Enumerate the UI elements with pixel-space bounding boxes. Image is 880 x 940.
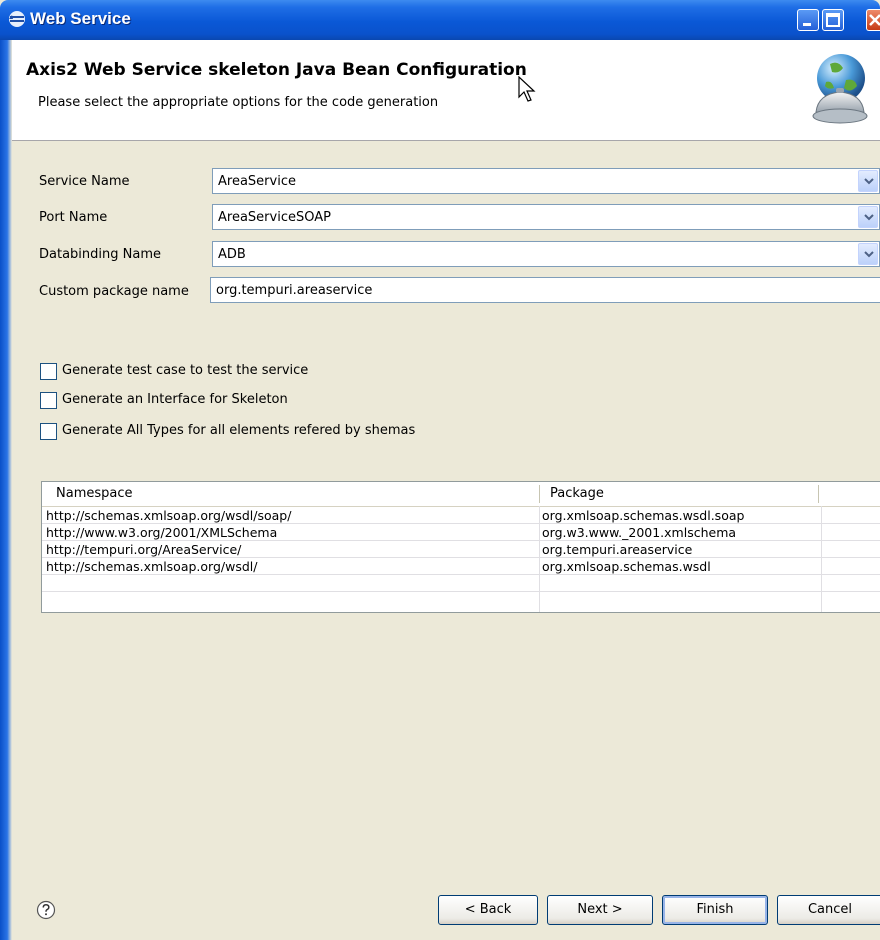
table-header: Namespace Package xyxy=(42,482,880,507)
chevron-down-icon xyxy=(864,214,874,221)
chevron-down-icon xyxy=(864,251,874,258)
chevron-down-icon xyxy=(864,178,874,185)
custom-package-label: Custom package name xyxy=(39,284,189,299)
namespace-cell: http://schemas.xmlsoap.org/wsdl/soap/ xyxy=(46,508,292,523)
window-title: Web Service xyxy=(30,9,131,28)
column-header-namespace[interactable]: Namespace xyxy=(56,486,133,501)
table-row[interactable]: http://schemas.xmlsoap.org/wsdl/soap/ or… xyxy=(42,507,880,524)
namespace-package-table[interactable]: Namespace Package http://schemas.xmlsoap… xyxy=(41,481,880,613)
package-cell[interactable]: org.xmlsoap.schemas.wsdl.soap xyxy=(542,508,744,523)
column-header-package[interactable]: Package xyxy=(550,486,604,501)
help-icon[interactable] xyxy=(36,900,56,920)
table-row-empty xyxy=(42,575,880,592)
checkbox-label: Generate All Types for all elements refe… xyxy=(62,423,416,438)
mouse-cursor-icon xyxy=(518,76,536,102)
back-button[interactable]: < Back xyxy=(438,895,538,925)
checkbox[interactable] xyxy=(40,392,57,409)
next-button[interactable]: Next > xyxy=(547,895,653,925)
package-cell[interactable]: org.tempuri.areaservice xyxy=(542,542,692,557)
service-name-combo[interactable]: AreaService xyxy=(212,168,880,194)
package-cell[interactable]: org.w3.www._2001.xmlschema xyxy=(542,525,736,540)
web-service-dialog: Web Service Axis2 Web Service skeleton J… xyxy=(0,0,880,940)
service-name-dropdown-button[interactable] xyxy=(858,170,878,192)
checkbox[interactable] xyxy=(40,423,57,440)
custom-package-input[interactable]: org.tempuri.areaservice xyxy=(210,277,880,303)
window-left-border xyxy=(0,40,12,940)
databinding-name-combo[interactable]: ADB xyxy=(212,241,880,267)
close-icon xyxy=(869,14,880,26)
minimize-icon xyxy=(803,23,811,26)
port-name-dropdown-button[interactable] xyxy=(858,206,878,228)
package-cell[interactable]: org.xmlsoap.schemas.wsdl xyxy=(542,559,711,574)
custom-package-value: org.tempuri.areaservice xyxy=(216,283,373,298)
table-row[interactable]: http://www.w3.org/2001/XMLSchema org.w3.… xyxy=(42,524,880,541)
namespace-cell: http://schemas.xmlsoap.org/wsdl/ xyxy=(46,559,258,574)
port-name-combo[interactable]: AreaServiceSOAP xyxy=(212,204,880,230)
page-title: Axis2 Web Service skeleton Java Bean Con… xyxy=(26,60,527,80)
service-name-label: Service Name xyxy=(39,174,130,189)
checkbox[interactable] xyxy=(40,363,57,380)
namespace-cell: http://www.w3.org/2001/XMLSchema xyxy=(46,525,278,540)
finish-button[interactable]: Finish xyxy=(662,895,768,925)
page-description: Please select the appropriate options fo… xyxy=(38,95,439,110)
globe-service-icon xyxy=(812,54,868,124)
wizard-body: Service Name AreaService Port Name AreaS… xyxy=(12,141,880,940)
port-name-label: Port Name xyxy=(39,210,108,225)
maximize-icon xyxy=(826,13,840,27)
maximize-button[interactable] xyxy=(822,9,844,31)
title-bar[interactable]: Web Service xyxy=(0,0,880,40)
table-row[interactable]: http://tempuri.org/AreaService/ org.temp… xyxy=(42,541,880,558)
databinding-name-dropdown-button[interactable] xyxy=(858,243,878,265)
wizard-header: Axis2 Web Service skeleton Java Bean Con… xyxy=(12,40,880,141)
checkbox-label: Generate test case to test the service xyxy=(62,363,309,378)
namespace-cell: http://tempuri.org/AreaService/ xyxy=(46,542,242,557)
service-name-value: AreaService xyxy=(218,174,296,189)
databinding-name-label: Databinding Name xyxy=(39,247,161,262)
column-divider[interactable] xyxy=(539,485,540,503)
minimize-button[interactable] xyxy=(797,9,819,31)
web-service-icon xyxy=(9,11,25,27)
checkbox-label: Generate an Interface for Skeleton xyxy=(62,392,288,407)
close-button[interactable] xyxy=(866,9,880,31)
table-row[interactable]: http://schemas.xmlsoap.org/wsdl/ org.xml… xyxy=(42,558,880,575)
port-name-value: AreaServiceSOAP xyxy=(218,210,331,225)
column-divider[interactable] xyxy=(818,485,819,503)
databinding-name-value: ADB xyxy=(218,247,246,262)
cancel-button[interactable]: Cancel xyxy=(777,895,880,925)
